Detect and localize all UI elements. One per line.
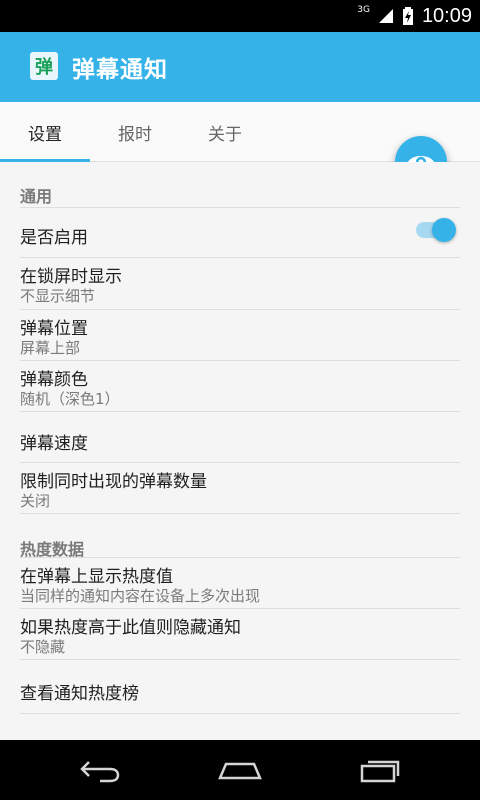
battery-icon	[402, 7, 413, 25]
settings-list: 通用 是否启用 在锁屏时显示 不显示细节 弹幕位置 屏幕上部 弹幕颜色 随机（深…	[0, 162, 480, 740]
setting-subtitle: 关闭	[20, 492, 51, 510]
setting-color[interactable]: 弹幕颜色 随机（深色1）	[20, 361, 460, 412]
setting-show-heat[interactable]: 在弹幕上显示热度值 当同样的通知内容在设备上多次出现	[20, 558, 460, 609]
setting-ranking[interactable]: 查看通知热度榜	[20, 660, 460, 714]
navigation-bar	[0, 740, 480, 800]
section-header-general: 通用	[20, 172, 460, 208]
setting-title: 在弹幕上显示热度值	[20, 567, 173, 587]
setting-lockscreen[interactable]: 在锁屏时显示 不显示细节	[20, 258, 460, 310]
section-header-label: 热度数据	[20, 540, 85, 559]
home-icon	[218, 762, 262, 780]
recents-icon	[360, 760, 400, 783]
setting-title: 限制同时出现的弹幕数量	[20, 472, 207, 492]
setting-title: 如果热度高于此值则隐藏通知	[20, 618, 241, 638]
setting-subtitle: 随机（深色1）	[20, 390, 120, 408]
home-button[interactable]	[216, 752, 264, 788]
setting-title: 在锁屏时显示	[20, 267, 122, 287]
section-header-label: 通用	[20, 187, 53, 206]
setting-title: 弹幕速度	[20, 434, 88, 454]
app-title: 弹幕通知	[72, 57, 168, 83]
recents-button[interactable]	[356, 752, 404, 788]
setting-position[interactable]: 弹幕位置 屏幕上部	[20, 310, 460, 361]
app-bar: 弹 弹幕通知	[0, 32, 480, 102]
signal-icon	[378, 9, 393, 23]
setting-subtitle: 不显示细节	[20, 287, 96, 305]
network-type: 3G	[357, 5, 370, 15]
setting-title: 弹幕位置	[20, 319, 88, 339]
setting-title: 弹幕颜色	[20, 370, 88, 390]
clock: 10:09	[421, 4, 472, 27]
back-icon	[80, 761, 120, 783]
status-icons: 3G 10:09	[357, 0, 472, 32]
setting-title: 是否启用	[20, 228, 88, 248]
tab-settings[interactable]: 设置	[28, 102, 62, 162]
setting-subtitle: 当同样的通知内容在设备上多次出现	[20, 587, 261, 605]
setting-enabled[interactable]: 是否启用	[20, 208, 460, 258]
setting-limit[interactable]: 限制同时出现的弹幕数量 关闭	[20, 463, 460, 514]
tab-about[interactable]: 关于	[208, 102, 242, 162]
tab-timekeeping[interactable]: 报时	[118, 102, 152, 162]
setting-subtitle: 屏幕上部	[20, 339, 81, 357]
section-header-heat: 热度数据	[20, 522, 460, 559]
setting-subtitle: 不隐藏	[20, 638, 66, 656]
setting-title: 查看通知热度榜	[20, 684, 139, 704]
setting-hide-heat[interactable]: 如果热度高于此值则隐藏通知 不隐藏	[20, 609, 460, 660]
setting-speed[interactable]: 弹幕速度	[20, 412, 460, 463]
back-button[interactable]	[76, 752, 124, 788]
app-logo-icon: 弹	[30, 52, 58, 80]
enable-toggle-thumb[interactable]	[432, 218, 456, 242]
status-bar: 3G 10:09	[0, 0, 480, 32]
